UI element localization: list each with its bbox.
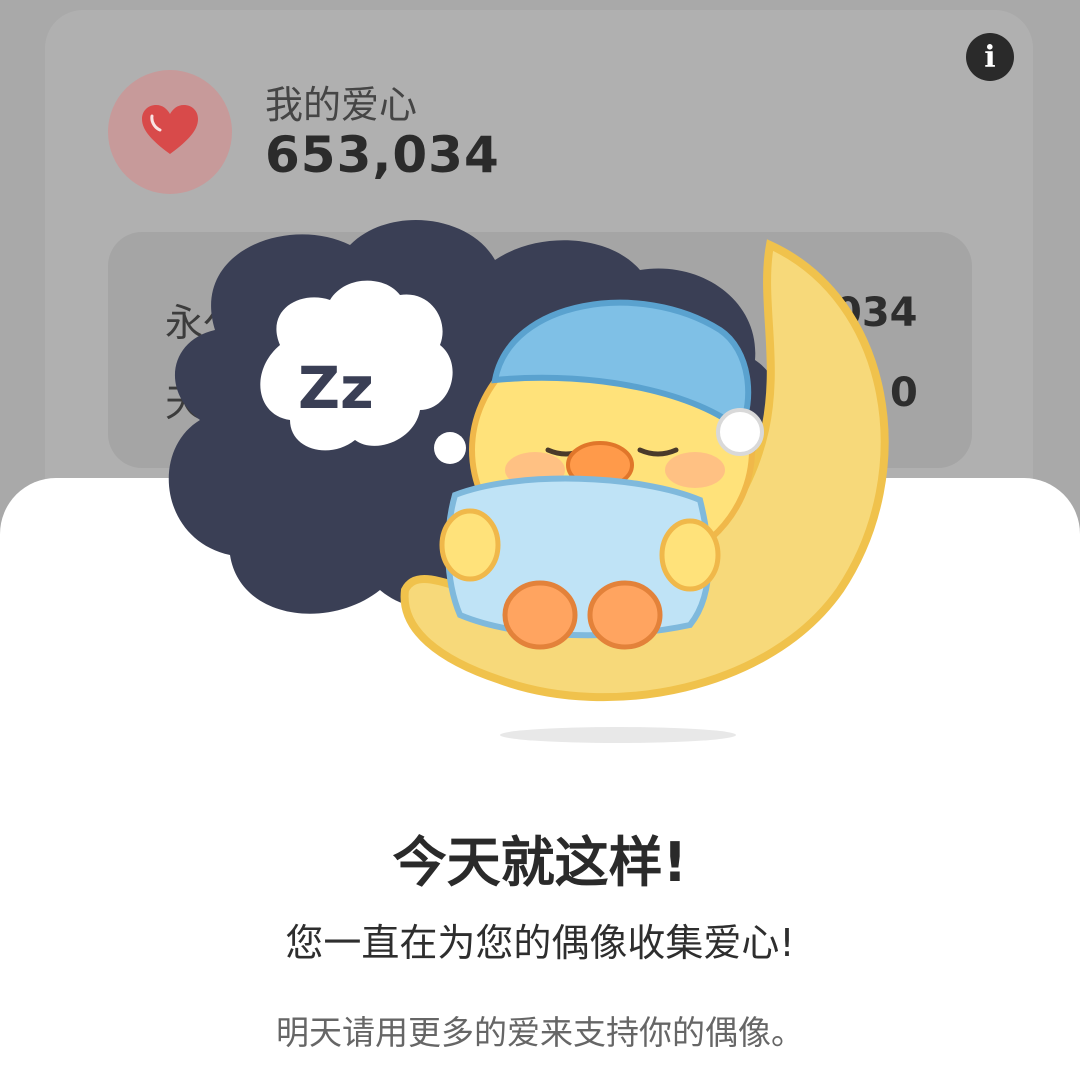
zz-text: Zz <box>298 354 374 422</box>
sheet-title: 今天就这样! <box>392 831 688 894</box>
sheet-note: 明天请用更多的爱来支持你的偶像。 <box>276 1013 804 1052</box>
shadow <box>500 727 736 743</box>
sheet-subtitle: 您一直在为您的偶像收集爱心! <box>285 921 795 965</box>
sleeping-duck-illustration: Zz <box>168 219 889 743</box>
